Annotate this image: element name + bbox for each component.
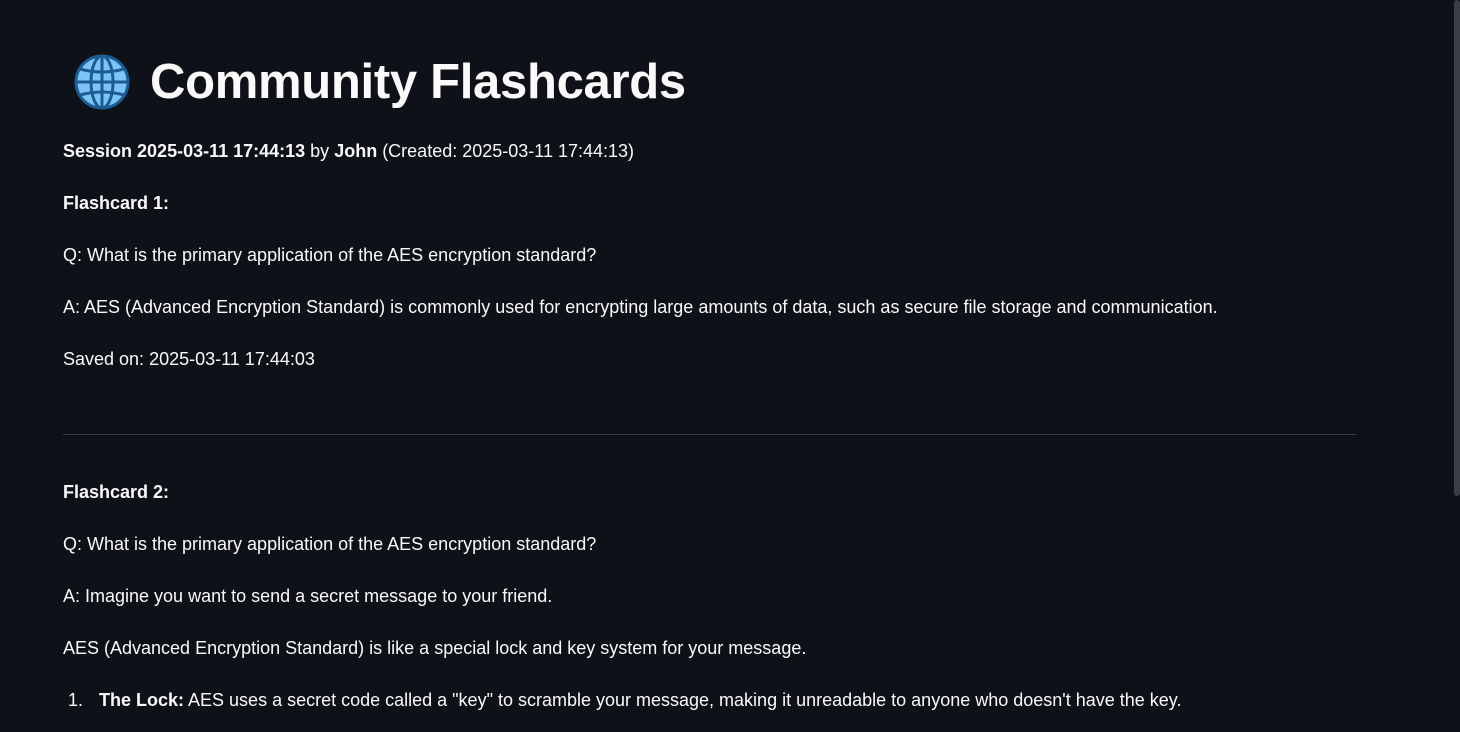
session-created: (Created: 2025-03-11 17:44:13)	[377, 141, 635, 161]
flashcard-heading: Flashcard 1:	[63, 193, 170, 213]
divider	[63, 434, 1356, 435]
flashcard-answer-paragraph: AES (Advanced Encryption Standard) is li…	[63, 638, 807, 658]
session-by-text: by	[305, 141, 335, 161]
session-info: Session 2025-03-11 17:44:13 by John (Cre…	[63, 139, 634, 163]
scrollbar-thumb[interactable]	[1454, 0, 1460, 496]
flashcard-question: Q: What is the primary application of th…	[63, 534, 597, 554]
flashcard-heading: Flashcard 2:	[63, 482, 170, 502]
app-page: Community Flashcards Session 2025-03-11 …	[0, 0, 1460, 732]
page-header: Community Flashcards	[73, 50, 686, 114]
session-label: Session 2025-03-11 17:44:13	[63, 141, 306, 161]
flashcard-saved-on: Saved on: 2025-03-11 17:44:03	[63, 349, 315, 369]
flashcard-answer: A: AES (Advanced Encryption Standard) is…	[63, 297, 1218, 317]
flashcard-answer: A: Imagine you want to send a secret mes…	[63, 586, 553, 606]
page-title: Community Flashcards	[150, 55, 686, 109]
session-author: John	[334, 141, 378, 161]
list-item-text: AES uses a secret code called a "key" to…	[184, 690, 1182, 710]
list-item-number: 1.	[67, 690, 83, 710]
list-item: 1. The Lock: AES uses a secret code calle…	[63, 688, 1181, 712]
scrollbar[interactable]	[1452, 0, 1460, 732]
globe-icon	[73, 53, 131, 111]
flashcard-question: Q: What is the primary application of th…	[63, 245, 597, 265]
list-item-body: The Lock: AES uses a secret code called …	[99, 688, 1181, 712]
list-item-term: The Lock:	[99, 690, 185, 710]
